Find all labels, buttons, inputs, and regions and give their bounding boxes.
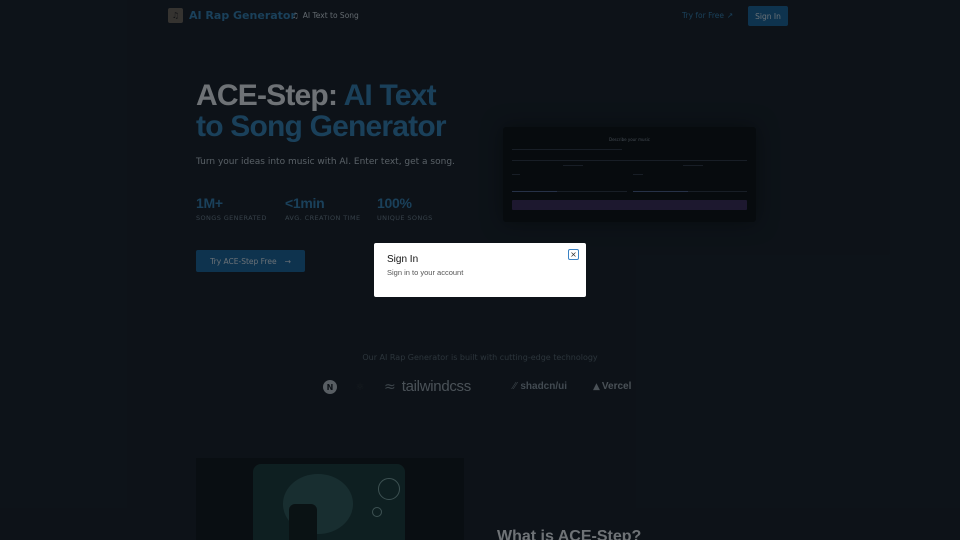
artwork-ring	[378, 478, 400, 500]
preview-title: Describe your music	[609, 137, 650, 142]
hero-subtitle: Turn your ideas into music with AI. Ente…	[196, 157, 455, 167]
section-title: What is ACE-Step?	[497, 528, 642, 540]
tech-caption: Our AI Rap Generator is built with cutti…	[362, 353, 598, 362]
preview-generate-bar	[512, 200, 747, 210]
cta-label: Try ACE-Step Free	[210, 256, 277, 266]
preview-field-mark	[563, 165, 583, 166]
preview-slider	[512, 191, 557, 192]
tailwind-text: tailwindcss	[401, 378, 472, 395]
try-free-label: Try for Free	[682, 11, 724, 20]
preview-field-mark	[633, 174, 643, 175]
react-logo-icon: ⚛	[355, 381, 365, 393]
stat-label: SONGS GENERATED	[196, 214, 267, 222]
try-free-link[interactable]: Try for Free ↗	[682, 11, 733, 20]
preview-slider-track	[688, 191, 747, 192]
close-icon[interactable]: ×	[568, 249, 579, 260]
top-nav: ♫ AI Rap Generator ♫ AI Text to Song Try…	[0, 0, 960, 32]
stat-value: 100%	[377, 195, 412, 211]
shadcn-text: shadcn/ui	[520, 381, 568, 392]
try-ace-step-button[interactable]: Try ACE-Step Free →	[196, 250, 305, 272]
hero-title: ACE-Step: AI Text to Song Generator	[196, 79, 447, 143]
nav-link-text-to-song[interactable]: ♫ AI Text to Song	[292, 11, 359, 20]
modal-title: Sign In	[387, 254, 419, 265]
hero-title-accent-2: to Song Generator	[196, 110, 447, 143]
artwork-ring	[372, 507, 382, 517]
brand-logo[interactable]: ♫ AI Rap Generator	[168, 8, 296, 23]
nextjs-logo-icon: N	[323, 380, 337, 394]
vercel-logo: ▲ Vercel	[593, 381, 631, 392]
app-preview: Describe your music	[503, 127, 756, 222]
page: ♫ AI Rap Generator ♫ AI Text to Song Try…	[0, 0, 960, 540]
preview-slider-track	[557, 191, 627, 192]
feature-artwork	[196, 458, 464, 540]
modal-description: Sign in to your account	[387, 268, 464, 277]
music-logo-icon: ♫	[168, 8, 183, 23]
arrow-right-icon: →	[284, 256, 291, 266]
shadcn-logo: ⁄⁄ shadcn/ui	[513, 381, 567, 392]
header-sign-in-button[interactable]: Sign In	[748, 6, 788, 26]
hero-title-accent-1: AI Text	[343, 79, 437, 112]
preview-field-mark	[512, 174, 520, 175]
brand-name: AI Rap Generator	[189, 9, 296, 22]
external-arrow-icon: ↗	[727, 11, 734, 20]
preview-input-line	[512, 149, 622, 150]
preview-divider	[512, 160, 747, 161]
tech-logos: N ⚛ ≈ tailwindcss ⁄⁄ shadcn/ui ▲ Vercel	[0, 377, 960, 397]
hero-title-plain: ACE-Step:	[196, 79, 344, 112]
artwork-frame	[253, 464, 405, 540]
tailwind-wave-icon: ≈	[384, 378, 396, 395]
vercel-triangle-icon: ▲	[593, 381, 600, 392]
stat-value: <1min	[285, 195, 325, 211]
music-note-icon: ♫	[292, 11, 299, 20]
stat-songs: 1M+ SONGS GENERATED	[196, 195, 267, 222]
sign-in-modal: Sign In Sign in to your account	[374, 243, 586, 297]
vercel-text: Vercel	[601, 381, 632, 392]
nav-link-label: AI Text to Song	[302, 11, 359, 20]
stat-value: 1M+	[196, 195, 223, 211]
artwork-figure	[289, 504, 317, 540]
stat-label: AVG. CREATION TIME	[285, 214, 361, 222]
preview-slider	[633, 191, 688, 192]
shadcn-slash-icon: ⁄⁄	[513, 381, 517, 392]
stat-unique: 100% UNIQUE SONGS	[377, 195, 433, 222]
stat-time: <1min AVG. CREATION TIME	[285, 195, 361, 222]
tailwind-logo: ≈ tailwindcss	[384, 378, 471, 395]
stat-label: UNIQUE SONGS	[377, 214, 433, 222]
preview-field-mark	[683, 165, 703, 166]
